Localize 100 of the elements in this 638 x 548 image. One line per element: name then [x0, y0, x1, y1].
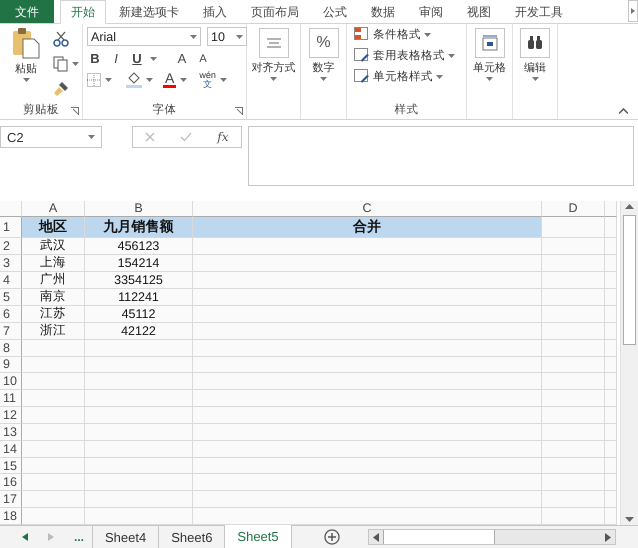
- table-cell[interactable]: [605, 356, 617, 374]
- table-cell[interactable]: 武汉: [22, 238, 85, 255]
- table-cell[interactable]: [542, 272, 605, 289]
- formula-input[interactable]: [248, 126, 634, 186]
- ribbon-tab[interactable]: 公式: [312, 0, 358, 23]
- table-cell[interactable]: [22, 407, 85, 424]
- row-header[interactable]: 14: [0, 440, 22, 458]
- table-cell[interactable]: 154214: [85, 254, 193, 272]
- row-header[interactable]: 1: [0, 216, 22, 238]
- table-cell[interactable]: 42122: [85, 322, 193, 340]
- table-cell[interactable]: [542, 474, 605, 492]
- table-cell[interactable]: [22, 508, 85, 525]
- ribbon-tab[interactable]: 页面布局: [240, 0, 310, 23]
- row-header[interactable]: 8: [0, 340, 22, 357]
- table-cell[interactable]: [542, 508, 605, 525]
- table-cell[interactable]: [542, 356, 605, 374]
- table-cell[interactable]: [193, 254, 542, 272]
- launcher-icon[interactable]: [235, 107, 243, 115]
- next-sheet-icon[interactable]: [48, 533, 54, 541]
- more-sheets-button[interactable]: ...: [66, 526, 94, 548]
- font-color-button[interactable]: A: [163, 72, 176, 88]
- table-cell[interactable]: [193, 340, 542, 357]
- collapse-ribbon-icon[interactable]: [619, 108, 628, 114]
- row-header[interactable]: 16: [0, 474, 22, 492]
- table-cell[interactable]: [193, 491, 542, 508]
- row-header[interactable]: 2: [0, 238, 22, 255]
- table-cell[interactable]: [193, 288, 542, 306]
- borders-icon[interactable]: [87, 73, 101, 87]
- table-cell[interactable]: [85, 458, 193, 474]
- font-size-field[interactable]: 10: [207, 27, 247, 46]
- table-cell[interactable]: [22, 340, 85, 357]
- table-cell[interactable]: [542, 254, 605, 272]
- table-cell[interactable]: [542, 407, 605, 424]
- table-cell[interactable]: [22, 458, 85, 474]
- table-cell[interactable]: [542, 340, 605, 357]
- scrollbar-thumb[interactable]: [623, 215, 636, 345]
- row-header[interactable]: 7: [0, 322, 22, 340]
- table-cell[interactable]: [85, 508, 193, 525]
- row-header[interactable]: 9: [0, 356, 22, 374]
- table-cell[interactable]: [605, 254, 617, 272]
- table-cell[interactable]: [193, 508, 542, 525]
- row-header[interactable]: 5: [0, 288, 22, 306]
- scroll-right-icon[interactable]: [628, 0, 638, 22]
- table-cell[interactable]: [193, 407, 542, 424]
- grow-font-button[interactable]: A: [174, 51, 190, 66]
- table-cell[interactable]: [193, 306, 542, 323]
- table-cell[interactable]: [605, 508, 617, 525]
- row-header[interactable]: 15: [0, 458, 22, 474]
- cancel-icon[interactable]: [145, 132, 156, 142]
- scroll-right-icon[interactable]: [605, 532, 611, 542]
- table-cell[interactable]: [605, 458, 617, 474]
- table-cell[interactable]: 地区: [22, 216, 85, 238]
- table-cell[interactable]: [22, 440, 85, 458]
- underline-button[interactable]: U: [129, 51, 145, 66]
- table-cell[interactable]: [542, 390, 605, 408]
- style-menu-item[interactable]: 条件格式: [354, 27, 455, 42]
- table-cell[interactable]: [85, 373, 193, 390]
- table-cell[interactable]: 广州: [22, 272, 85, 289]
- column-header[interactable]: D: [542, 201, 605, 217]
- ribbon-tab[interactable]: 插入: [192, 0, 238, 23]
- table-cell[interactable]: [542, 306, 605, 323]
- row-header[interactable]: 17: [0, 491, 22, 508]
- table-cell[interactable]: [22, 373, 85, 390]
- row-header[interactable]: 10: [0, 373, 22, 390]
- scrollbar-thumb[interactable]: [382, 530, 495, 544]
- style-menu-item[interactable]: 套用表格格式: [354, 48, 455, 63]
- table-cell[interactable]: [193, 474, 542, 492]
- row-header[interactable]: 11: [0, 390, 22, 408]
- row-header[interactable]: 18: [0, 508, 22, 525]
- table-cell[interactable]: [193, 272, 542, 289]
- fill-color-icon[interactable]: [126, 72, 142, 88]
- table-cell[interactable]: [22, 491, 85, 508]
- table-cell[interactable]: [605, 272, 617, 289]
- previous-sheet-icon[interactable]: [22, 533, 28, 541]
- italic-button[interactable]: I: [108, 51, 124, 66]
- table-cell[interactable]: [605, 440, 617, 458]
- table-cell[interactable]: 3354125: [85, 272, 193, 289]
- row-header[interactable]: 13: [0, 424, 22, 441]
- table-cell[interactable]: 45112: [85, 306, 193, 323]
- table-cell[interactable]: [605, 322, 617, 340]
- ribbon-tab[interactable]: 视图: [456, 0, 502, 23]
- table-cell[interactable]: [605, 491, 617, 508]
- table-cell[interactable]: [605, 390, 617, 408]
- scroll-left-icon[interactable]: [372, 532, 379, 542]
- editing-button[interactable]: 编辑: [516, 27, 554, 101]
- table-cell[interactable]: [605, 474, 617, 492]
- select-all-corner[interactable]: [0, 201, 22, 217]
- sheet-tab[interactable]: Sheet5: [225, 525, 292, 548]
- paintbrush-icon[interactable]: [53, 81, 69, 97]
- shrink-font-button[interactable]: A: [195, 52, 211, 64]
- table-cell[interactable]: [542, 440, 605, 458]
- table-cell[interactable]: [85, 356, 193, 374]
- table-cell[interactable]: [605, 216, 617, 238]
- table-cell[interactable]: [605, 407, 617, 424]
- row-header[interactable]: 3: [0, 254, 22, 272]
- table-cell[interactable]: [22, 424, 85, 441]
- table-cell[interactable]: [85, 474, 193, 492]
- ribbon-tab[interactable]: 审阅: [408, 0, 454, 23]
- name-box[interactable]: C2: [0, 126, 102, 148]
- style-menu-item[interactable]: 单元格样式: [354, 69, 455, 84]
